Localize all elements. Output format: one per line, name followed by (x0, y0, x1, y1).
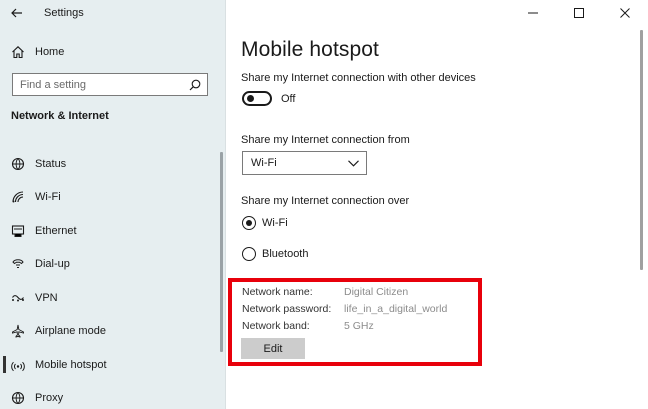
minimize-icon (528, 12, 538, 14)
network-name-value: Digital Citizen (344, 286, 409, 298)
airplane-icon (10, 323, 26, 339)
sidebar-item-label: Ethernet (35, 224, 77, 237)
section-title: Network & Internet (11, 110, 109, 122)
toggle-knob (247, 95, 254, 102)
sidebar-item-dialup[interactable]: Dial-up (0, 248, 220, 282)
radio-bluetooth[interactable] (242, 247, 256, 261)
sidebar-item-label: Mobile hotspot (35, 358, 107, 371)
search-input[interactable] (20, 78, 180, 91)
network-password-label: Network password: (242, 303, 332, 315)
main-scrollbar[interactable] (640, 30, 643, 270)
sidebar-item-status[interactable]: Status (0, 147, 220, 181)
network-band-label: Network band: (242, 320, 310, 332)
sidebar-item-vpn[interactable]: VPN (0, 281, 220, 315)
radio-selected-dot (245, 219, 252, 226)
share-from-value: Wi-Fi (251, 157, 277, 169)
share-from-label: Share my Internet connection from (241, 134, 410, 146)
close-button[interactable] (602, 0, 648, 26)
page-title: Mobile hotspot (241, 38, 379, 61)
home-icon (10, 44, 26, 60)
maximize-icon (574, 8, 584, 18)
search-icon[interactable] (189, 79, 201, 91)
sidebar-item-label: Wi-Fi (35, 191, 61, 204)
sidebar-item-proxy[interactable]: Proxy (0, 382, 220, 409)
window-title: Settings (44, 7, 84, 19)
back-button[interactable] (0, 0, 34, 26)
radio-bluetooth-label: Bluetooth (262, 248, 309, 260)
share-from-dropdown[interactable]: Wi-Fi (242, 151, 367, 175)
minimize-button[interactable] (510, 0, 556, 26)
radio-wifi-label: Wi-Fi (262, 217, 288, 229)
sidebar: Settings Home Network & Internet Status … (0, 0, 226, 409)
share-connection-label: Share my Internet connection with other … (241, 72, 476, 84)
sidebar-item-airplane-mode[interactable]: Airplane mode (0, 315, 220, 349)
chevron-down-icon (348, 159, 359, 167)
close-icon (620, 8, 630, 18)
main-content: Mobile hotspot Share my Internet connect… (227, 0, 648, 409)
sidebar-item-wifi[interactable]: Wi-Fi (0, 181, 220, 215)
wifi-icon (10, 189, 26, 205)
sidebar-item-label: VPN (35, 291, 58, 304)
share-over-label: Share my Internet connection over (241, 195, 410, 207)
vpn-icon (10, 290, 26, 306)
sidebar-item-label: Dial-up (35, 258, 70, 271)
globe-status-icon (10, 156, 26, 172)
home-link[interactable]: Home (0, 40, 226, 64)
search-box[interactable] (12, 73, 208, 96)
edit-button[interactable]: Edit (241, 338, 305, 359)
sidebar-item-mobile-hotspot[interactable]: Mobile hotspot (0, 348, 220, 382)
back-arrow-icon (11, 8, 22, 18)
sidebar-item-label: Proxy (35, 392, 64, 405)
title-bar: Settings (0, 0, 226, 26)
sidebar-item-label: Status (35, 157, 67, 170)
sidebar-scrollbar[interactable] (220, 152, 223, 352)
sidebar-item-label: Airplane mode (35, 325, 106, 338)
hotspot-icon (10, 357, 26, 373)
ethernet-icon (10, 223, 26, 239)
network-info-highlight: Network name: Digital Citizen Network pa… (228, 278, 482, 366)
nav-list: Status Wi-Fi Ethernet Dial-up VPN Airpla… (0, 147, 220, 409)
home-label: Home (35, 46, 65, 58)
network-name-label: Network name: (242, 286, 313, 298)
dialup-icon (10, 256, 26, 272)
network-band-value: 5 GHz (344, 320, 374, 332)
toggle-state-label: Off (281, 93, 296, 105)
hotspot-toggle[interactable] (242, 91, 272, 106)
sidebar-item-ethernet[interactable]: Ethernet (0, 214, 220, 248)
maximize-button[interactable] (556, 0, 602, 26)
globe-icon (10, 390, 26, 406)
network-password-value: life_in_a_digital_world (344, 303, 448, 315)
window-controls (510, 0, 648, 26)
radio-wifi[interactable] (242, 216, 256, 230)
